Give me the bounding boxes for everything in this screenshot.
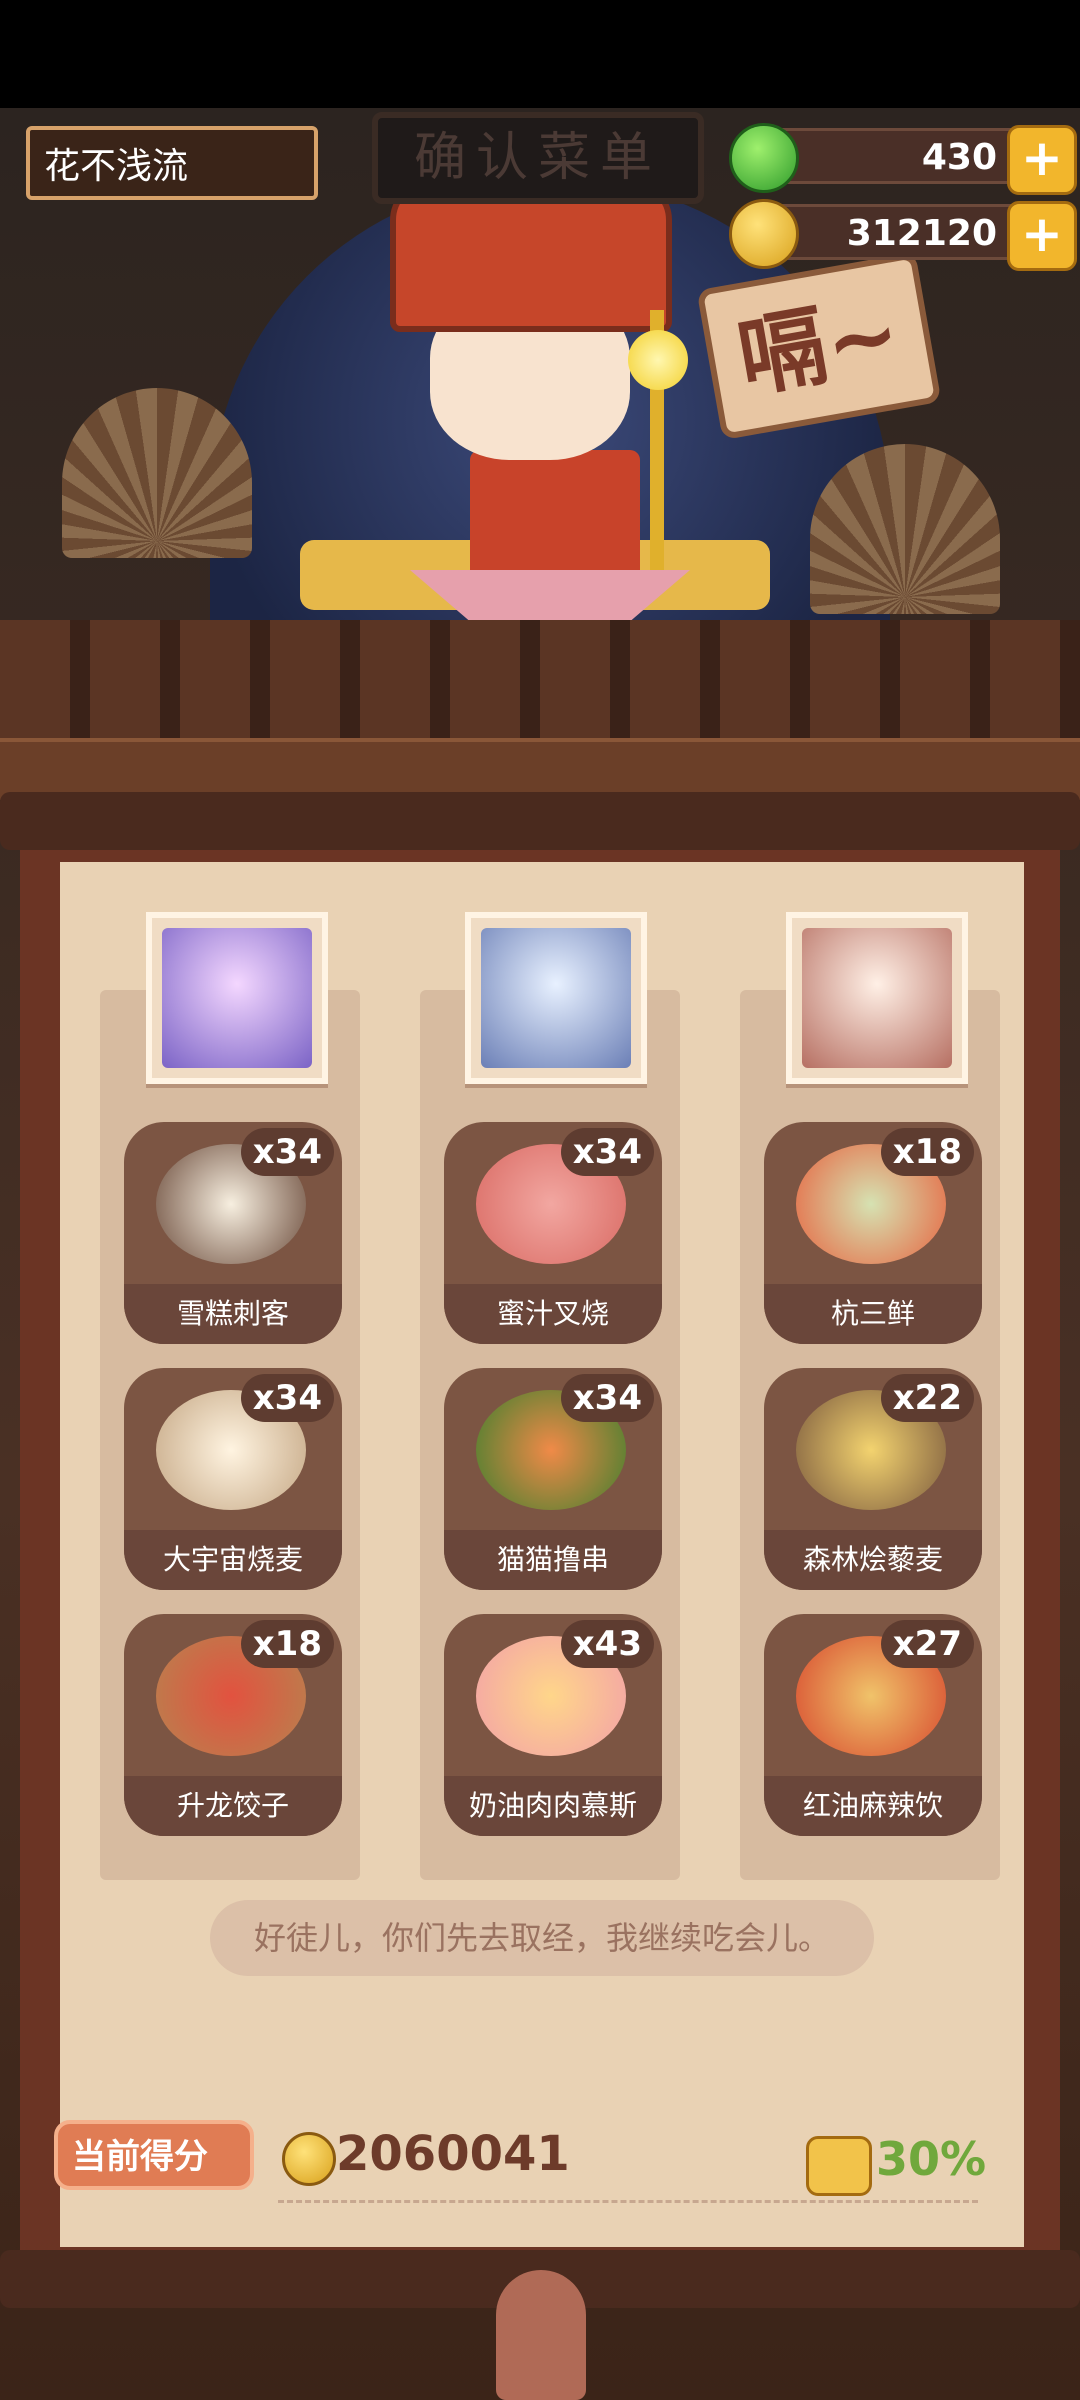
character-portrait-detective [802, 928, 952, 1068]
tassel-knot-decoration [496, 2270, 586, 2400]
score-value: 2060041 [336, 2126, 570, 2182]
dish-name: 雪糕刺客 [124, 1284, 342, 1344]
dish-name: 升龙饺子 [124, 1776, 342, 1836]
dish-name: 大宇宙烧麦 [124, 1530, 342, 1590]
dashed-divider [278, 2200, 978, 2203]
scroll-rod-top [0, 792, 1080, 850]
dish-count: x18 [240, 1620, 334, 1668]
dish-count: x34 [240, 1128, 334, 1176]
jade-value: 430 [921, 137, 997, 178]
dish-card[interactable]: x34 猫猫撸串 [444, 1368, 662, 1590]
coin-value: 312120 [846, 213, 997, 254]
dish-count: x22 [880, 1374, 974, 1422]
dish-count: x27 [880, 1620, 974, 1668]
dish-count: x34 [560, 1128, 654, 1176]
dish-card[interactable]: x18 升龙饺子 [124, 1614, 342, 1836]
dish-count: x43 [560, 1620, 654, 1668]
staff-orb [628, 330, 688, 390]
bonus-percent: 30% [876, 2132, 987, 2186]
dish-count: x34 [240, 1374, 334, 1422]
dish-name: 奶油肉肉慕斯 [444, 1776, 662, 1836]
dish-name: 蜜汁叉烧 [444, 1284, 662, 1344]
character-portrait[interactable] [465, 912, 647, 1084]
coin-icon [729, 199, 799, 269]
dish-card[interactable]: x18 杭三鲜 [764, 1122, 982, 1344]
current-score-label: 当前得分 [54, 2120, 254, 2190]
dish-count: x34 [560, 1374, 654, 1422]
dish-card[interactable]: x34 雪糕刺客 [124, 1122, 342, 1344]
dish-name: 猫猫撸串 [444, 1530, 662, 1590]
score-coin-icon [282, 2132, 336, 2186]
dish-card[interactable]: x34 大宇宙烧麦 [124, 1368, 342, 1590]
coin-balance: 312120 + [729, 199, 1077, 271]
monk-robe [470, 450, 640, 580]
dish-card[interactable]: x22 森林烩藜麦 [764, 1368, 982, 1590]
dish-card[interactable]: x34 蜜汁叉烧 [444, 1122, 662, 1344]
jade-icon [729, 123, 799, 193]
character-portrait[interactable] [786, 912, 968, 1084]
character-portrait-silver-hair [481, 928, 631, 1068]
dish-count: x18 [880, 1128, 974, 1176]
menu-sign: 确认菜单 [372, 112, 704, 204]
add-jade-button[interactable]: + [1007, 125, 1077, 195]
dish-name: 森林烩藜麦 [764, 1530, 982, 1590]
bonus-pot-icon [806, 2136, 872, 2196]
master-quote: 好徒儿，你们先去取经，我继续吃会儿。 [210, 1900, 874, 1976]
fence-decoration [0, 620, 1080, 750]
dish-name: 红油麻辣饮 [764, 1776, 982, 1836]
character-portrait-purple-mage [162, 928, 312, 1068]
character-portrait[interactable] [146, 912, 328, 1084]
dish-card[interactable]: x27 红油麻辣饮 [764, 1614, 982, 1836]
player-name[interactable]: 花不浅流 [26, 126, 318, 200]
dish-card[interactable]: x43 奶油肉肉慕斯 [444, 1614, 662, 1836]
rail-decoration [0, 738, 1080, 800]
dish-name: 杭三鲜 [764, 1284, 982, 1344]
jade-balance: 430 + [729, 123, 1077, 195]
add-coin-button[interactable]: + [1007, 201, 1077, 271]
